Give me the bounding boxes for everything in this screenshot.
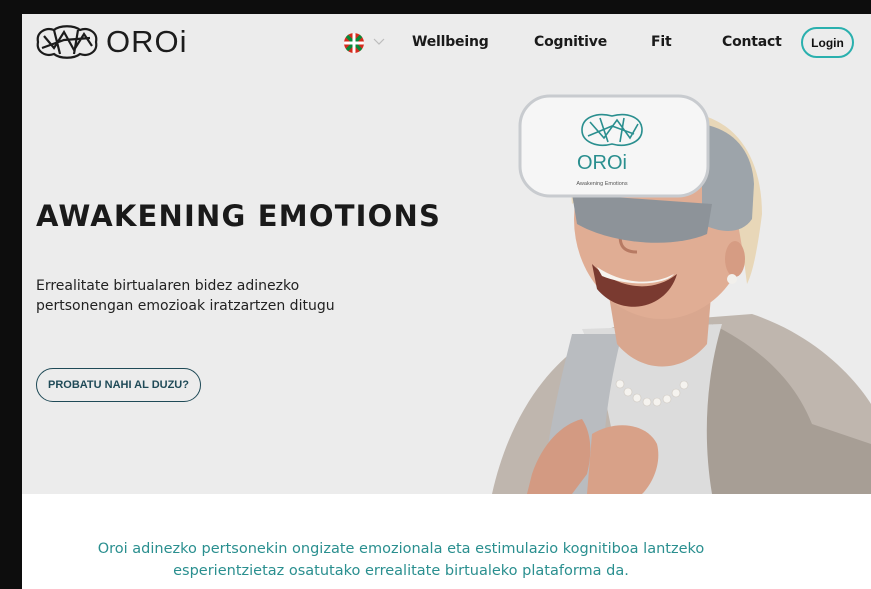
try-it-button[interactable]: PROBATU NAHI AL DUZU?: [36, 368, 201, 402]
svg-text:OROi: OROi: [577, 152, 627, 174]
brain-network-logo-icon: [36, 25, 98, 59]
intro-text: Oroi adinezko pertsonekin ongizate emozi…: [97, 541, 705, 579]
nav-wellbeing[interactable]: Wellbeing: [412, 34, 489, 50]
hero-section: OROi Awakening Emotions OROi Wellbeing C…: [22, 14, 871, 494]
logo[interactable]: OROi: [34, 24, 188, 60]
page: OROi Awakening Emotions OROi Wellbeing C…: [22, 14, 871, 589]
brand-name: OROi: [106, 24, 188, 59]
screen-frame: OROi Awakening Emotions OROi Wellbeing C…: [0, 0, 871, 589]
hero-photo: OROi Awakening Emotions: [492, 94, 871, 494]
navbar: OROi Wellbeing Cognitive Fit Contact Log: [22, 14, 871, 72]
svg-text:Awakening Emotions: Awakening Emotions: [576, 181, 628, 187]
basque-flag-icon[interactable]: [344, 33, 364, 53]
login-button[interactable]: Login: [801, 27, 854, 58]
intro-section: Oroi adinezko pertsonekin ongizate emozi…: [22, 494, 871, 589]
nav-contact[interactable]: Contact: [722, 34, 782, 50]
hero-title: AWAKENING EMOTIONS: [36, 199, 442, 233]
nav-cognitive[interactable]: Cognitive: [534, 34, 607, 50]
chevron-down-icon[interactable]: [372, 37, 386, 47]
nav-fit[interactable]: Fit: [651, 34, 672, 50]
vr-headset: OROi Awakening Emotions: [518, 94, 754, 243]
hero-subtitle: Errealitate birtualaren bidez adinezko p…: [36, 278, 335, 314]
